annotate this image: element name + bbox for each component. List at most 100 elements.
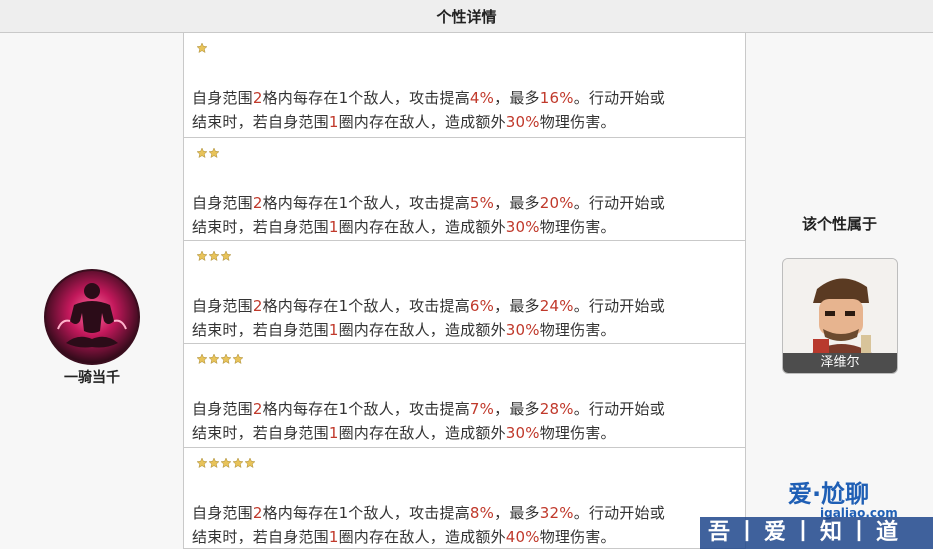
text-segment: 结束时，若自身范围	[192, 528, 329, 546]
text-segment: 圈内存在敌人，造成额外	[338, 113, 506, 131]
highlight-value: 2	[252, 504, 263, 522]
highlight-value: 28%	[539, 400, 574, 418]
text-segment: 物理伤害。	[539, 424, 616, 442]
text-segment: 结束时，若自身范围	[192, 218, 329, 236]
highlight-value: 24%	[539, 297, 574, 315]
highlight-value: 40%	[505, 528, 540, 546]
owner-column: 该个性属于 泽维尔	[746, 33, 933, 549]
hero-name: 泽维尔	[783, 353, 897, 373]
highlight-value: 20%	[539, 194, 574, 212]
text-segment: 。行动开始或	[573, 194, 665, 212]
description-line: 结束时，若自身范围1圈内存在敌人，造成额外30%物理伤害。	[192, 215, 737, 239]
text-segment: ，最多	[494, 504, 540, 522]
star-icon	[220, 457, 232, 469]
star-icon	[196, 353, 208, 365]
level-list: 自身范围2格内每存在1个敌人，攻击提高4%，最多16%。行动开始或 结束时，若自身…	[184, 33, 746, 549]
highlight-value: 1	[328, 321, 339, 339]
star-icon	[232, 353, 244, 365]
highlight-value: 1	[328, 218, 339, 236]
description-line: 自身范围2格内每存在1个敌人，攻击提高7%，最多28%。行动开始或	[192, 397, 737, 421]
star-icon	[196, 42, 208, 54]
text-segment: 格内每存在1个敌人，攻击提高	[262, 400, 470, 418]
text-segment: 物理伤害。	[539, 321, 616, 339]
text-segment: 。行动开始或	[573, 400, 665, 418]
level-row: 自身范围2格内每存在1个敌人，攻击提高5%，最多20%。行动开始或 结束时，若自身…	[184, 138, 746, 241]
highlight-value: 1	[328, 424, 339, 442]
text-segment: 。行动开始或	[573, 504, 665, 522]
text-segment: 。行动开始或	[573, 89, 665, 107]
trait-icon	[44, 269, 140, 365]
highlight-value: 30%	[505, 218, 540, 236]
star-icon	[244, 457, 256, 469]
watermark-bar: 吾丨爱丨知丨道	[700, 517, 933, 549]
text-segment: 物理伤害。	[539, 218, 616, 236]
text-segment: 格内每存在1个敌人，攻击提高	[262, 504, 470, 522]
text-segment: 自身范围	[192, 400, 253, 418]
highlight-value: 1	[328, 113, 339, 131]
text-segment: 圈内存在敌人，造成额外	[338, 424, 506, 442]
star-icon	[208, 457, 220, 469]
watermark: 爱·尬聊 igaliao.com 吾丨爱丨知丨道	[700, 474, 933, 549]
text-segment: 圈内存在敌人，造成额外	[338, 528, 506, 546]
trait-name: 一骑当千	[64, 370, 120, 386]
description-line: 结束时，若自身范围1圈内存在敌人，造成额外30%物理伤害。	[192, 318, 737, 342]
text-segment: 格内每存在1个敌人，攻击提高	[262, 89, 470, 107]
text-segment: 格内每存在1个敌人，攻击提高	[262, 297, 470, 315]
text-segment: 物理伤害。	[539, 528, 616, 546]
highlight-value: 2	[252, 297, 263, 315]
text-segment: ，最多	[494, 89, 540, 107]
highlight-value: 2	[252, 194, 263, 212]
description-line: 结束时，若自身范围1圈内存在敌人，造成额外40%物理伤害。	[192, 525, 737, 549]
belongs-label: 该个性属于	[801, 215, 877, 233]
highlight-value: 8%	[469, 504, 495, 522]
highlight-value: 5%	[469, 194, 495, 212]
highlight-value: 1	[328, 528, 339, 546]
highlight-value: 2	[252, 400, 263, 418]
highlight-value: 30%	[505, 321, 540, 339]
text-segment: 格内每存在1个敌人，攻击提高	[262, 194, 470, 212]
star-rating	[196, 353, 244, 365]
text-segment: ，最多	[494, 400, 540, 418]
description-line: 自身范围2格内每存在1个敌人，攻击提高5%，最多20%。行动开始或	[192, 191, 737, 215]
level-description: 自身范围2格内每存在1个敌人，攻击提高4%，最多16%。行动开始或 结束时，若自身…	[192, 86, 737, 134]
watermark-brand: 爱·尬聊	[788, 480, 870, 508]
trait-column: 一骑当千	[0, 33, 184, 549]
highlight-value: 6%	[469, 297, 495, 315]
text-segment: 圈内存在敌人，造成额外	[338, 218, 506, 236]
header-title: 个性详情	[436, 7, 497, 26]
level-row: 自身范围2格内每存在1个敌人，攻击提高8%，最多32%。行动开始或 结束时，若自身…	[184, 448, 746, 549]
star-rating	[196, 457, 256, 469]
description-line: 结束时，若自身范围1圈内存在敌人，造成额外30%物理伤害。	[192, 110, 737, 134]
hero-card[interactable]: 泽维尔	[782, 258, 898, 374]
star-icon	[220, 250, 232, 262]
level-description: 自身范围2格内每存在1个敌人，攻击提高5%，最多20%。行动开始或 结束时，若自身…	[192, 191, 737, 239]
description-line: 自身范围2格内每存在1个敌人，攻击提高4%，最多16%。行动开始或	[192, 86, 737, 110]
highlight-value: 32%	[539, 504, 574, 522]
text-segment: ，最多	[494, 194, 540, 212]
star-icon	[208, 147, 220, 159]
star-rating	[196, 250, 232, 262]
highlight-value: 2	[252, 89, 263, 107]
star-icon	[208, 250, 220, 262]
table-header: 个性详情	[0, 0, 933, 33]
star-rating	[196, 42, 208, 54]
text-segment: 结束时，若自身范围	[192, 321, 329, 339]
star-icon	[208, 353, 220, 365]
description-line: 自身范围2格内每存在1个敌人，攻击提高6%，最多24%。行动开始或	[192, 294, 737, 318]
text-segment: 自身范围	[192, 194, 253, 212]
text-segment: 自身范围	[192, 89, 253, 107]
star-icon	[196, 250, 208, 262]
text-segment: 圈内存在敌人，造成额外	[338, 321, 506, 339]
text-segment: 结束时，若自身范围	[192, 424, 329, 442]
description-line: 自身范围2格内每存在1个敌人，攻击提高8%，最多32%。行动开始或	[192, 501, 737, 525]
star-icon	[220, 353, 232, 365]
level-description: 自身范围2格内每存在1个敌人，攻击提高6%，最多24%。行动开始或 结束时，若自身…	[192, 294, 737, 342]
text-segment: 自身范围	[192, 297, 253, 315]
star-icon	[196, 457, 208, 469]
text-segment: 结束时，若自身范围	[192, 113, 329, 131]
highlight-value: 4%	[469, 89, 495, 107]
highlight-value: 16%	[539, 89, 574, 107]
level-description: 自身范围2格内每存在1个敌人，攻击提高8%，最多32%。行动开始或 结束时，若自身…	[192, 501, 737, 549]
text-segment: 物理伤害。	[539, 113, 616, 131]
level-description: 自身范围2格内每存在1个敌人，攻击提高7%，最多28%。行动开始或 结束时，若自身…	[192, 397, 737, 445]
